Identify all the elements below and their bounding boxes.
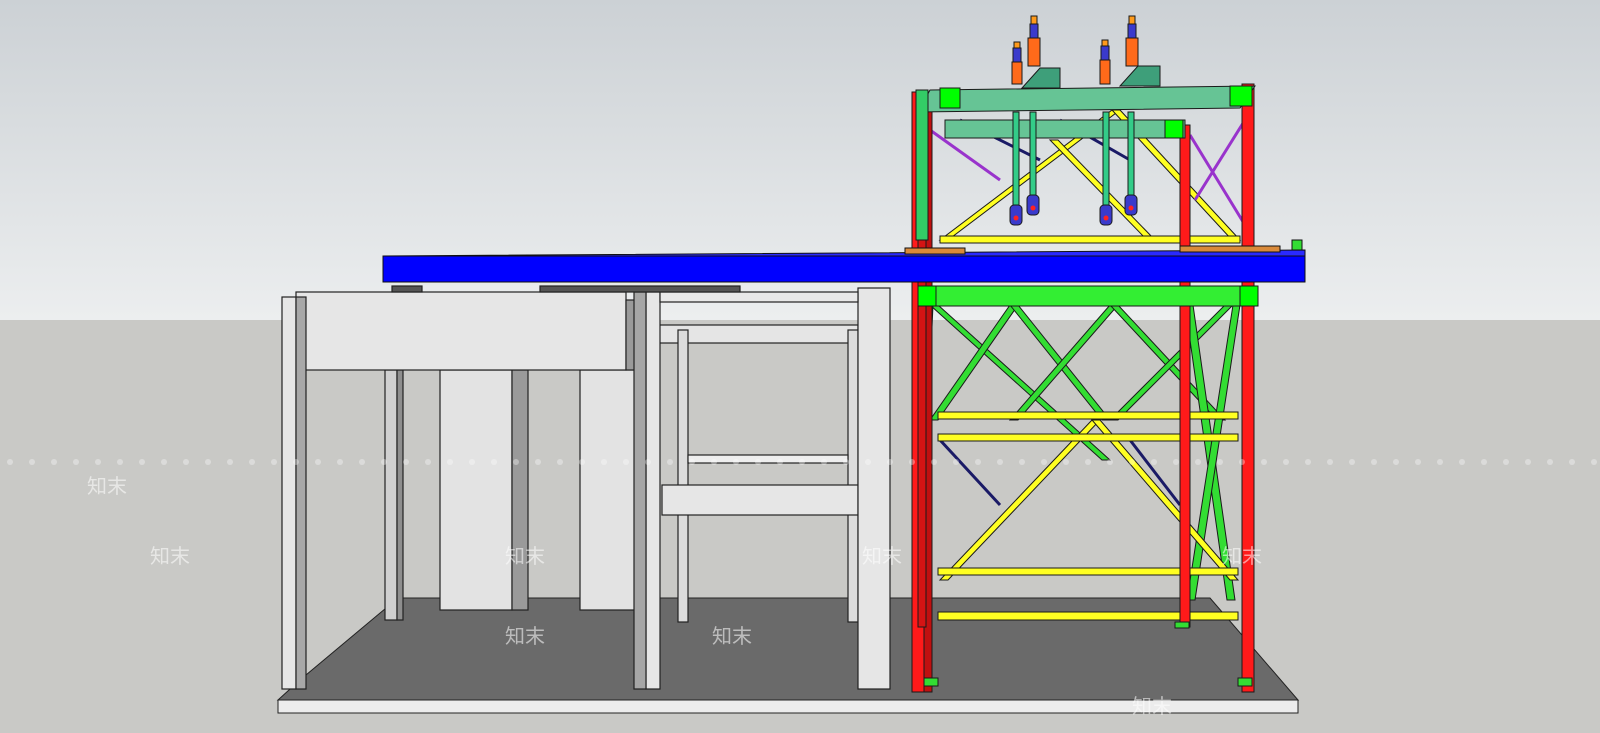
watermark-dot bbox=[1503, 459, 1509, 465]
watermark-dot bbox=[1041, 459, 1047, 465]
watermark-dot bbox=[491, 459, 497, 465]
watermark-dot bbox=[1393, 459, 1399, 465]
watermark-dot bbox=[645, 459, 651, 465]
watermark-dot bbox=[1547, 459, 1553, 465]
watermark-dot bbox=[975, 459, 981, 465]
watermark-dot bbox=[469, 459, 475, 465]
watermark-dot bbox=[293, 459, 299, 465]
watermark-dot bbox=[1437, 459, 1443, 465]
watermark-dot bbox=[271, 459, 277, 465]
watermark-dot bbox=[1085, 459, 1091, 465]
watermark-dot bbox=[711, 459, 717, 465]
watermark-dot bbox=[601, 459, 607, 465]
3d-scene-viewport[interactable] bbox=[0, 0, 1600, 733]
watermark-dot bbox=[1019, 459, 1025, 465]
watermark-dot bbox=[95, 459, 101, 465]
watermark-dot bbox=[1525, 459, 1531, 465]
watermark-dot bbox=[1459, 459, 1465, 465]
watermark-dot bbox=[997, 459, 1003, 465]
watermark-dot bbox=[1327, 459, 1333, 465]
lower-frame-beam bbox=[917, 285, 1259, 307]
watermark-dot bbox=[1107, 459, 1113, 465]
watermark-dot bbox=[821, 459, 827, 465]
watermark-dot bbox=[1283, 459, 1289, 465]
watermark-dot bbox=[51, 459, 57, 465]
watermark-dot bbox=[7, 459, 13, 465]
watermark-dot bbox=[227, 459, 233, 465]
watermark-dot bbox=[249, 459, 255, 465]
watermark-dot bbox=[1261, 459, 1267, 465]
watermark-dot bbox=[1481, 459, 1487, 465]
watermark-dot bbox=[1591, 459, 1597, 465]
watermark-dot bbox=[315, 459, 321, 465]
watermark-dot bbox=[579, 459, 585, 465]
watermark-dot bbox=[1063, 459, 1069, 465]
watermark-dot bbox=[689, 459, 695, 465]
watermark-dot bbox=[931, 459, 937, 465]
watermark-dot bbox=[1569, 459, 1575, 465]
watermark-dot bbox=[799, 459, 805, 465]
watermark-dot bbox=[535, 459, 541, 465]
watermark-dot bbox=[623, 459, 629, 465]
watermark-dot bbox=[359, 459, 365, 465]
watermark-dot bbox=[1151, 459, 1157, 465]
watermark-dot bbox=[755, 459, 761, 465]
watermark-dot bbox=[909, 459, 915, 465]
watermark-dot bbox=[1173, 459, 1179, 465]
watermark-dot bbox=[139, 459, 145, 465]
watermark-dot bbox=[667, 459, 673, 465]
watermark-dot bbox=[1239, 459, 1245, 465]
watermark-dot bbox=[1415, 459, 1421, 465]
watermark-dot bbox=[117, 459, 123, 465]
watermark-dot bbox=[887, 459, 893, 465]
watermark-dot bbox=[403, 459, 409, 465]
watermark-dot bbox=[777, 459, 783, 465]
watermark-dot bbox=[29, 459, 35, 465]
watermark-dot bbox=[161, 459, 167, 465]
watermark-dot bbox=[205, 459, 211, 465]
watermark-dot bbox=[1371, 459, 1377, 465]
watermark-dot bbox=[381, 459, 387, 465]
watermark-dot bbox=[183, 459, 189, 465]
watermark-dot bbox=[73, 459, 79, 465]
watermark-dot bbox=[1305, 459, 1311, 465]
watermark-dot bbox=[865, 459, 871, 465]
watermark-dot bbox=[1129, 459, 1135, 465]
watermark-dot bbox=[447, 459, 453, 465]
watermark-dot bbox=[1217, 459, 1223, 465]
watermark-dot bbox=[337, 459, 343, 465]
watermark-dot bbox=[843, 459, 849, 465]
watermark-dot bbox=[733, 459, 739, 465]
watermark-dot bbox=[1195, 459, 1201, 465]
watermark-dot bbox=[425, 459, 431, 465]
watermark-dot bbox=[513, 459, 519, 465]
watermark-dot bbox=[557, 459, 563, 465]
watermark-dot bbox=[1349, 459, 1355, 465]
watermark-dot bbox=[953, 459, 959, 465]
